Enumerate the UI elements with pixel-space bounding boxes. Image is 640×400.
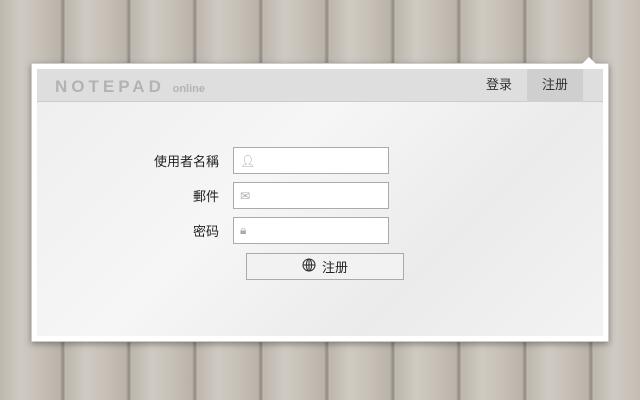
- register-button[interactable]: 注册: [246, 253, 404, 280]
- register-button-label: 注册: [321, 261, 348, 276]
- nav-login[interactable]: 登录: [471, 69, 527, 102]
- nav-register[interactable]: 注册: [526, 69, 583, 102]
- logo: NOTEPAD online: [55, 77, 205, 97]
- panel-pointer: [582, 57, 596, 64]
- password-field[interactable]: 🔒︎: [233, 217, 430, 244]
- email-label: 郵件: [192, 190, 219, 205]
- lock-icon: 🔒︎: [240, 223, 247, 237]
- password-input[interactable]: [252, 219, 430, 242]
- globe-icon: [302, 257, 316, 276]
- envelope-icon: ✉: [240, 188, 251, 203]
- username-label: 使用者名稱: [153, 155, 219, 170]
- header-bar: NOTEPAD online 登录 注册: [37, 69, 603, 102]
- email-field[interactable]: ✉: [233, 182, 434, 209]
- register-panel: NOTEPAD online 登录 注册 使用者名稱 👤︎ 郵件 ✉ 密码 🔒︎…: [31, 57, 609, 342]
- nav: 登录 注册: [471, 69, 583, 102]
- email-input[interactable]: [256, 184, 434, 207]
- username-field[interactable]: 👤︎: [233, 147, 439, 174]
- username-input[interactable]: [261, 149, 439, 172]
- logo-sub: online: [172, 83, 205, 95]
- email-row: 郵件 ✉: [37, 182, 434, 209]
- paper-background: NOTEPAD online 登录 注册 使用者名稱 👤︎ 郵件 ✉ 密码 🔒︎…: [37, 69, 603, 336]
- password-label: 密码: [192, 225, 219, 240]
- username-row: 使用者名稱 👤︎: [37, 147, 439, 174]
- user-icon: 👤︎: [240, 153, 256, 168]
- password-row: 密码 🔒︎: [37, 217, 430, 244]
- logo-main: NOTEPAD: [55, 77, 165, 96]
